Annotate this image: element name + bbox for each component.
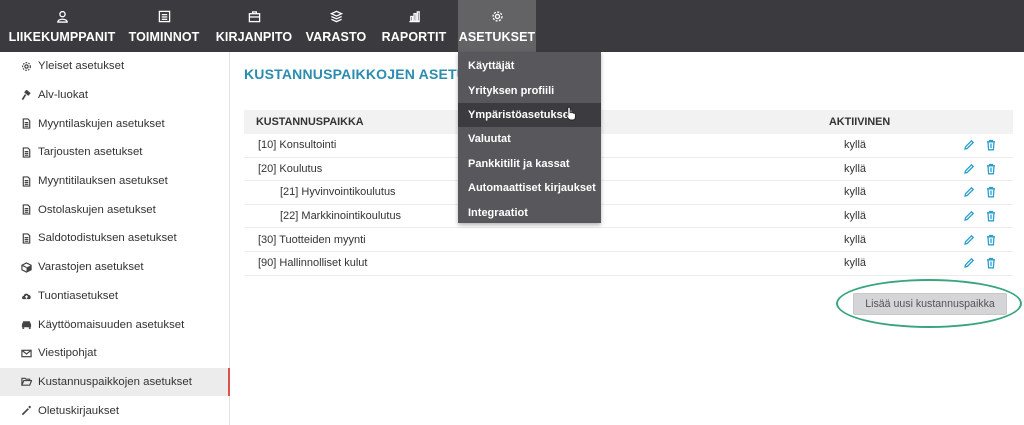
trash-icon[interactable]	[985, 210, 997, 222]
document-icon	[20, 204, 32, 216]
settings-dropdown-menu: Käyttäjät Yrityksen profiili Ympäristöas…	[458, 52, 601, 223]
table-header: KUSTANNUSPAIKKA AKTIIVINEN	[244, 110, 1013, 134]
active-value: kyllä	[844, 233, 867, 246]
edit-pencil-icon[interactable]	[963, 163, 975, 175]
nav-label: TOIMINNOT	[128, 30, 200, 44]
person-icon	[55, 9, 69, 23]
settings-sidebar: Yleiset asetukset Alv-luokat Myyntilasku…	[0, 52, 230, 425]
envelope-icon	[20, 347, 32, 359]
sidebar-item-label: Viestipohjat	[38, 347, 97, 360]
menu-item-valuutat[interactable]: Valuutat	[458, 127, 601, 151]
table-row: [30] Tuotteiden myynti kyllä	[244, 228, 1013, 252]
nav-label: ASETUKSET	[458, 30, 536, 44]
edit-pencil-icon[interactable]	[963, 257, 975, 269]
nav-label: KIRJANPITO	[215, 30, 293, 44]
table-row: [90] Hallinnolliset kulut kyllä	[244, 252, 1013, 276]
column-header-aktiivinen: AKTIIVINEN	[829, 116, 891, 128]
sidebar-item-tuontiasetukset[interactable]: Tuontiasetukset	[0, 282, 229, 311]
sidebar-item-kustannuspaikkojen-asetukset[interactable]: Kustannuspaikkojen asetukset	[0, 367, 230, 397]
menu-item-integraatiot[interactable]: Integraatiot	[458, 200, 601, 224]
nav-asetukset[interactable]: ASETUKSET	[458, 0, 536, 52]
nav-label: LIIKEKUMPPANIT	[8, 30, 116, 44]
sidebar-item-label: Ostolaskujen asetukset	[38, 203, 156, 216]
sidebar-item-label: Kustannuspaikkojen asetukset	[38, 375, 192, 388]
folder-open-icon	[20, 376, 32, 388]
sidebar-item-tarjousten-asetukset[interactable]: Tarjousten asetukset	[0, 138, 229, 167]
nav-label: VARASTO	[305, 30, 367, 44]
document-icon	[20, 146, 32, 158]
sidebar-item-label: Tuontiasetukset	[38, 289, 118, 302]
active-value: kyllä	[844, 186, 867, 199]
sidebar-item-kayttoomaisuuden-asetukset[interactable]: Käyttöomaisuuden asetukset	[0, 310, 229, 339]
table-row: [22] Markkinointikoulutus kyllä	[244, 205, 1013, 229]
menu-item-ymparistoasetukset[interactable]: Ympäristöasetukset	[458, 102, 601, 128]
gear-icon	[20, 60, 32, 72]
edit-pencil-icon[interactable]	[963, 210, 975, 222]
edit-pencil-icon[interactable]	[963, 139, 975, 151]
sidebar-item-label: Varastojen asetukset	[38, 261, 144, 274]
trash-icon[interactable]	[985, 234, 997, 246]
sidebar-item-label: Saldotodistuksen asetukset	[38, 232, 177, 245]
main-content: KUSTANNUSPAIKKOJEN ASETUKSET KUSTANNUSPA…	[244, 52, 1022, 425]
sidebar-item-label: Oletuskirjaukset	[38, 404, 120, 417]
document-icon	[20, 232, 32, 244]
table-row: [10] Konsultointi kyllä	[244, 134, 1013, 158]
cost-center-name: [90] Hallinnolliset kulut	[258, 257, 368, 270]
sidebar-item-viestipohjat[interactable]: Viestipohjat	[0, 339, 229, 368]
edit-pencil-icon[interactable]	[963, 186, 975, 198]
active-value: kyllä	[844, 139, 867, 152]
nav-liikekumppanit[interactable]: LIIKEKUMPPANIT	[6, 0, 118, 52]
trash-icon[interactable]	[985, 257, 997, 269]
nav-label: RAPORTIT	[381, 30, 447, 44]
gavel-icon	[20, 89, 32, 101]
document-icon	[20, 175, 32, 187]
cost-center-table: KUSTANNUSPAIKKA AKTIIVINEN [10] Konsulto…	[244, 110, 1013, 276]
menu-item-yrityksen-profiili[interactable]: Yrityksen profiili	[458, 78, 601, 102]
sidebar-item-label: Tarjousten asetukset	[38, 146, 143, 159]
active-value: kyllä	[844, 257, 867, 270]
briefcase-icon	[247, 9, 261, 23]
sidebar-item-ostolaskujen-asetukset[interactable]: Ostolaskujen asetukset	[0, 195, 229, 224]
sidebar-item-oletuskirjaukset[interactable]: Oletuskirjaukset	[0, 396, 229, 425]
nav-kirjanpito[interactable]: KIRJANPITO	[212, 0, 296, 52]
trash-icon[interactable]	[985, 139, 997, 151]
cloud-upload-icon	[20, 290, 32, 302]
trash-icon[interactable]	[985, 163, 997, 175]
cube-icon	[20, 261, 32, 273]
sidebar-item-myyntilaskujen-asetukset[interactable]: Myyntilaskujen asetukset	[0, 109, 229, 138]
list-icon	[157, 9, 171, 23]
sidebar-item-label: Myyntitilauksen asetukset	[38, 175, 168, 188]
active-value: kyllä	[844, 210, 867, 223]
sidebar-item-yleiset-asetukset[interactable]: Yleiset asetukset	[0, 52, 229, 81]
magic-wand-icon	[20, 405, 32, 417]
nav-varasto[interactable]: VARASTO	[302, 0, 370, 52]
sidebar-item-label: Myyntilaskujen asetukset	[38, 117, 165, 130]
sidebar-item-label: Yleiset asetukset	[38, 60, 125, 73]
trash-icon[interactable]	[985, 186, 997, 198]
cost-center-name: [30] Tuotteiden myynti	[258, 233, 366, 246]
menu-item-automaattiset-kirjaukset[interactable]: Automaattiset kirjaukset	[458, 176, 601, 200]
gear-icon	[490, 9, 504, 23]
top-navigation: LIIKEKUMPPANIT TOIMINNOT KIRJANPITO VARA…	[0, 0, 1024, 52]
sidebar-item-alv-luokat[interactable]: Alv-luokat	[0, 81, 229, 110]
active-value: kyllä	[844, 162, 867, 175]
menu-item-kayttajat[interactable]: Käyttäjät	[458, 54, 601, 78]
hand-cursor-icon	[565, 106, 576, 121]
sidebar-item-myyntitilauksen-asetukset[interactable]: Myyntitilauksen asetukset	[0, 167, 229, 196]
boxes-icon	[329, 9, 343, 23]
add-cost-center-button[interactable]: Lisää uusi kustannuspaikka	[853, 293, 1007, 315]
table-row: [20] Koulutus kyllä	[244, 158, 1013, 182]
bar-chart-icon	[407, 9, 421, 23]
sidebar-item-label: Käyttöomaisuuden asetukset	[38, 318, 185, 331]
table-row: [21] Hyvinvointikoulutus kyllä	[244, 181, 1013, 205]
car-icon	[20, 319, 32, 331]
nav-raportit[interactable]: RAPORTIT	[378, 0, 450, 52]
sidebar-item-saldotodistuksen-asetukset[interactable]: Saldotodistuksen asetukset	[0, 224, 229, 253]
nav-toiminnot[interactable]: TOIMINNOT	[124, 0, 204, 52]
document-icon	[20, 118, 32, 130]
sidebar-item-label: Alv-luokat	[38, 89, 89, 102]
edit-pencil-icon[interactable]	[963, 234, 975, 246]
sidebar-item-varastojen-asetukset[interactable]: Varastojen asetukset	[0, 253, 229, 282]
menu-item-pankkitilit-ja-kassat[interactable]: Pankkitilit ja kassat	[458, 152, 601, 176]
